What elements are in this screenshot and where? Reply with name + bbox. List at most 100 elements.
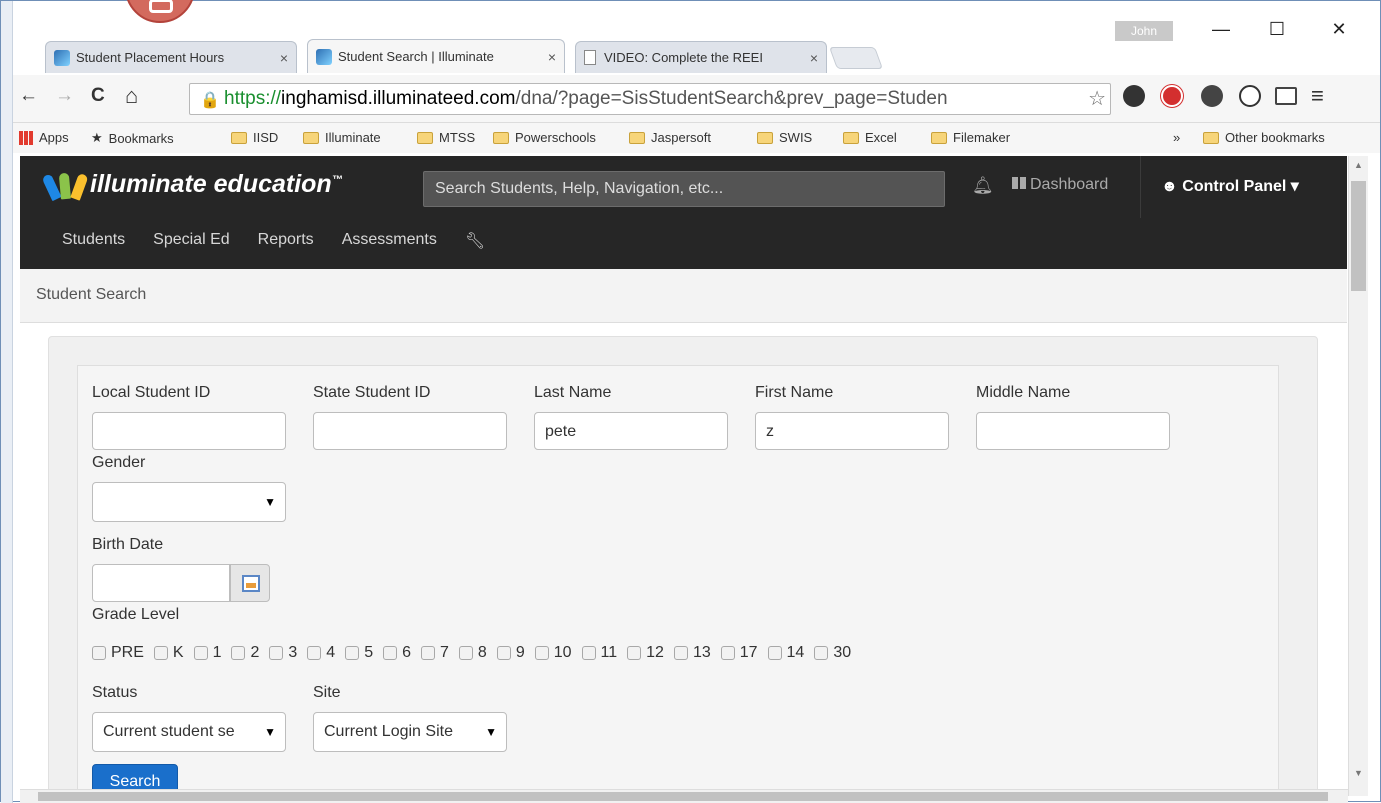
folder-label: SWIS	[779, 130, 813, 145]
grade-checkbox-14[interactable]	[767, 646, 782, 660]
bookmark-star-icon[interactable]: ☆	[1088, 84, 1106, 114]
folder-label: Excel	[865, 130, 897, 145]
middle-name-input[interactable]	[976, 412, 1170, 450]
horizontal-scrollbar[interactable]	[20, 789, 1348, 803]
adblock-icon[interactable]	[1161, 85, 1183, 107]
extension-info-icon[interactable]	[1239, 85, 1261, 107]
grade-checkbox-3[interactable]	[269, 646, 284, 660]
last-name-input[interactable]: pete	[534, 412, 728, 450]
illuminate-logo[interactable]: illuminate education ™	[41, 170, 343, 201]
extension-e-icon[interactable]	[1123, 85, 1145, 107]
birth-date-input[interactable]	[92, 564, 230, 602]
back-button[interactable]: ←	[19, 85, 38, 107]
nav-assessments[interactable]: Assessments	[342, 231, 437, 251]
bookmarks-bookmark[interactable]: ★ Bookmarks	[91, 130, 174, 146]
bookmarks-label: Bookmarks	[108, 130, 174, 146]
cast-icon[interactable]	[1275, 87, 1297, 105]
folder-icon	[843, 131, 859, 144]
browser-window: Student Placement Hours × Student Search…	[0, 0, 1381, 803]
app-search-input[interactable]: Search Students, Help, Navigation, etc..…	[423, 171, 945, 207]
scroll-down-arrow-icon[interactable]: ▼	[1354, 768, 1363, 778]
bookmark-folder-filemaker[interactable]: Filemaker	[931, 130, 1010, 145]
grade-checkbox-6[interactable]	[383, 646, 398, 660]
user-badge[interactable]: John	[1115, 21, 1173, 41]
tab-title: VIDEO: Complete the REEI	[604, 50, 763, 65]
bookmark-folder-jaspersoft[interactable]: Jaspersoft	[629, 130, 711, 145]
home-button[interactable]: ⌂	[125, 83, 138, 109]
grade-checkbox-8[interactable]	[458, 646, 473, 660]
bookmark-folder-swis[interactable]: SWIS	[757, 130, 812, 145]
extension-globe-icon[interactable]	[1201, 85, 1223, 107]
new-tab-button[interactable]	[828, 47, 884, 69]
gender-label: Gender	[92, 454, 146, 471]
bookmarks-overflow-button[interactable]: »	[1173, 130, 1180, 145]
dashboard-link[interactable]: Dashboard	[1012, 176, 1108, 194]
minimize-button[interactable]: —	[1201, 19, 1241, 40]
grade-checkbox-11[interactable]	[581, 646, 596, 660]
grade-checkbox-1[interactable]	[193, 646, 208, 660]
address-bar[interactable]: 🔒 https://inghamisd.illuminateed.com/dna…	[189, 83, 1111, 115]
site-select[interactable]: Current Login Site ▼	[313, 712, 507, 752]
vertical-scroll-thumb[interactable]	[1351, 181, 1366, 291]
chevron-down-icon: ▾	[1290, 178, 1299, 195]
vertical-scrollbar[interactable]: ▲ ▼	[1348, 156, 1368, 796]
first-name-input[interactable]: z	[755, 412, 949, 450]
horizontal-scroll-thumb[interactable]	[38, 792, 1328, 801]
tab-student-placement-hours[interactable]: Student Placement Hours ×	[45, 41, 297, 73]
grade-checkbox-13[interactable]	[673, 646, 688, 660]
bookmark-folder-iisd[interactable]: IISD	[231, 130, 278, 145]
grade-checkbox-pre[interactable]	[92, 646, 106, 660]
local-student-id-input[interactable]	[92, 412, 286, 450]
grade-checkbox-30[interactable]	[814, 646, 829, 660]
grade-checkbox-10[interactable]	[534, 646, 549, 660]
state-student-id-input[interactable]	[313, 412, 507, 450]
grade-label: 3	[288, 644, 298, 661]
bookmark-folder-excel[interactable]: Excel	[843, 130, 897, 145]
grade-checkbox-2[interactable]	[231, 646, 246, 660]
grade-checkbox-4[interactable]	[307, 646, 322, 660]
reload-button[interactable]: C	[91, 85, 105, 107]
wrench-icon[interactable]: 🔧︎	[465, 231, 485, 251]
nav-students[interactable]: Students	[62, 231, 125, 251]
bookmark-folder-illuminate[interactable]: Illuminate	[303, 130, 381, 145]
tab-student-search[interactable]: Student Search | Illuminate ×	[307, 39, 565, 73]
tab-video-complete[interactable]: VIDEO: Complete the REEI ×	[575, 41, 827, 73]
grade-checkbox-17[interactable]	[720, 646, 735, 660]
url-scheme: https://	[224, 88, 282, 109]
page-content: illuminate education ™ Search Students, H…	[20, 156, 1347, 796]
grade-checkbox-9[interactable]	[496, 646, 511, 660]
tab-close-icon[interactable]: ×	[280, 50, 288, 66]
control-panel-menu[interactable]: ☻ Control Panel ▾	[1140, 156, 1347, 218]
folder-label: Other bookmarks	[1225, 130, 1325, 145]
grade-checkbox-12[interactable]	[627, 646, 642, 660]
tab-close-icon[interactable]: ×	[548, 49, 556, 65]
scroll-up-arrow-icon[interactable]: ▲	[1354, 160, 1363, 170]
nav-reports[interactable]: Reports	[258, 231, 314, 251]
gender-select[interactable]: ▼	[92, 482, 286, 522]
grade-checkbox-7[interactable]	[421, 646, 436, 660]
folder-icon	[931, 131, 947, 144]
illuminate-favicon-icon	[316, 48, 332, 65]
search-panel: Local Student ID State Student ID Last N…	[48, 336, 1318, 796]
bookmark-folder-other[interactable]: Other bookmarks	[1203, 130, 1325, 145]
site-value: Current Login Site	[324, 723, 453, 740]
grade-checkbox-k[interactable]	[153, 646, 168, 660]
close-window-button[interactable]: ✕	[1319, 19, 1359, 40]
main-nav: Students Special Ed Reports Assessments …	[62, 231, 513, 251]
grade-level-checkboxes: PRE K 1 2 3 4 5 6 7 8 9 10 11 12 13 17 1	[92, 644, 861, 662]
apps-bookmark[interactable]: Apps	[19, 130, 69, 145]
forward-button[interactable]: →	[55, 85, 74, 107]
site-label: Site	[313, 684, 341, 701]
menu-icon[interactable]: ≡	[1311, 83, 1324, 109]
calendar-button[interactable]	[230, 564, 270, 602]
tab-close-icon[interactable]: ×	[810, 50, 818, 66]
maximize-button[interactable]: ☐	[1257, 19, 1297, 40]
folder-icon	[417, 131, 433, 144]
bell-icon[interactable]: 🔔︎	[972, 176, 994, 196]
bookmark-folder-powerschools[interactable]: Powerschools	[493, 130, 596, 145]
profile-avatar-icon[interactable]	[125, 0, 195, 23]
grade-checkbox-5[interactable]	[345, 646, 360, 660]
bookmark-folder-mtss[interactable]: MTSS	[417, 130, 475, 145]
nav-special-ed[interactable]: Special Ed	[153, 231, 230, 251]
status-select[interactable]: Current student se ▼	[92, 712, 286, 752]
